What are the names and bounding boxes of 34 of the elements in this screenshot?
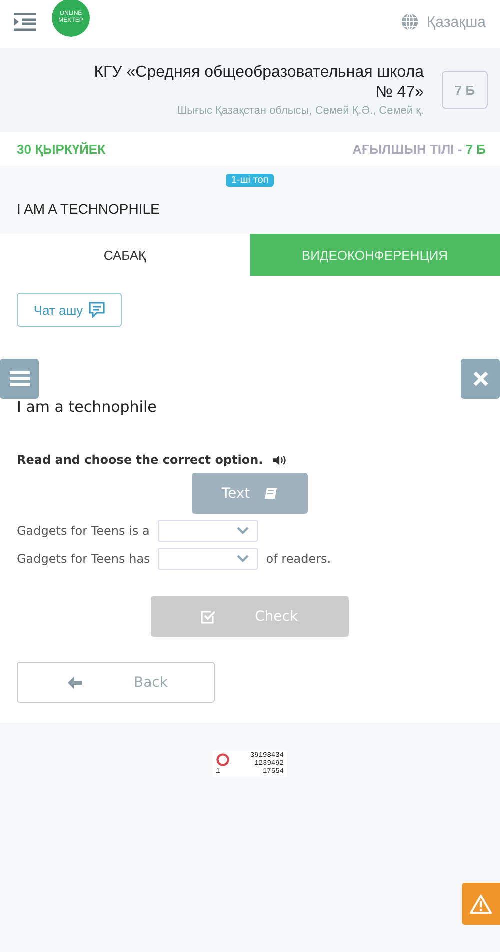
- chat-icon: [89, 302, 106, 318]
- sentence-text: Gadgets for Teens is a: [17, 524, 150, 538]
- menu-icon[interactable]: [14, 13, 36, 31]
- class-badge: 7 Б: [442, 71, 488, 109]
- lesson-date: 30 ҚЫРКҮЙЕК: [17, 142, 106, 156]
- school-name: КГУ «Средняя общеобразовательная школа № 47»: [93, 63, 424, 103]
- text-button[interactable]: Text: [192, 473, 308, 514]
- globe-icon[interactable]: [400, 13, 419, 31]
- exercise-title: I am a technophile: [17, 398, 158, 416]
- warning-button[interactable]: [462, 883, 500, 925]
- lesson-subject: АҒЫЛШЫН ТІЛІ - 7 Б: [352, 142, 486, 156]
- menu-button[interactable]: [0, 359, 39, 399]
- warning-icon: [470, 894, 492, 914]
- group-badge: 1-ші топ: [226, 174, 274, 187]
- answer-dropdown[interactable]: [158, 548, 258, 570]
- ring-icon: [216, 753, 230, 767]
- back-button[interactable]: Back: [17, 662, 215, 703]
- chevron-down-icon: [236, 527, 249, 535]
- speaker-icon[interactable]: [273, 454, 288, 466]
- close-button[interactable]: [461, 359, 500, 399]
- sentence-text: Gadgets for Teens has: [17, 552, 150, 566]
- answer-dropdown[interactable]: [158, 520, 258, 542]
- instruction: Read and choose the correct option.: [17, 453, 264, 467]
- menu-icon: [10, 371, 30, 387]
- chevron-down-icon: [237, 555, 250, 563]
- checkbox-icon: [201, 610, 215, 624]
- school-address: Шығыс Қазақстан облысы, Семей Қ.Ә., Семей қ.: [176, 105, 424, 117]
- tab[interactable]: ВИДЕОКОНФЕРЕНЦИЯ: [250, 234, 500, 276]
- chat-button[interactable]: Чат ашу: [17, 293, 122, 327]
- language-link[interactable]: Қазақша: [426, 14, 486, 30]
- book-icon: [264, 486, 278, 500]
- sentence-text: of readers.: [266, 552, 332, 566]
- lesson-title: I AM A TECHNOPHILE: [17, 201, 160, 217]
- arrow-left-icon: [68, 676, 82, 688]
